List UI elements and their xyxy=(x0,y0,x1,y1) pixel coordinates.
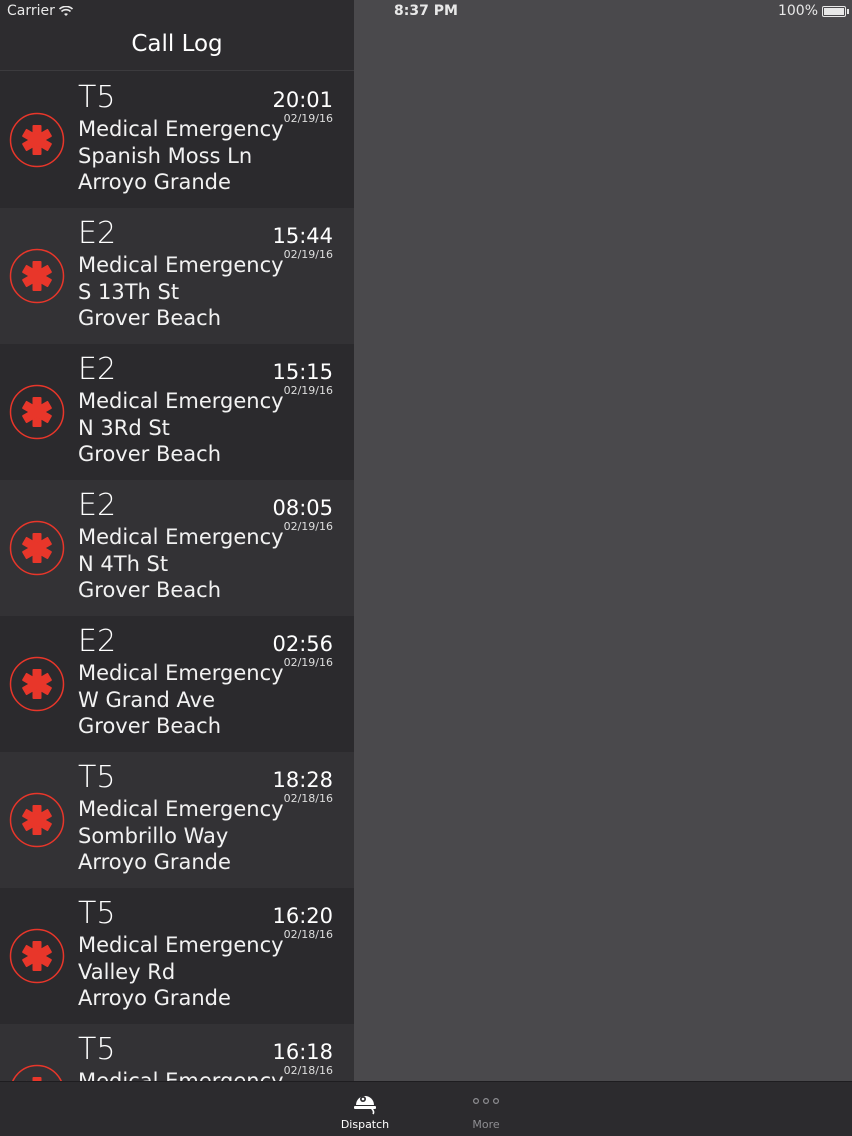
street-address: Valley Rd xyxy=(78,960,176,984)
call-date: 02/19/16 xyxy=(283,248,333,261)
tab-label: Dispatch xyxy=(340,1118,390,1131)
street-address: Sombrillo Way xyxy=(78,824,229,848)
city-name: Grover Beach xyxy=(78,578,222,602)
unit-label: E2 xyxy=(78,216,117,251)
city-name: Arroyo Grande xyxy=(78,986,231,1010)
call-list[interactable]: T5 Medical Emergency Spanish Moss Ln Arr… xyxy=(0,72,354,1081)
call-date: 02/19/16 xyxy=(283,520,333,533)
street-address: W Grand Ave xyxy=(78,688,216,712)
call-time: 16:20 xyxy=(272,904,333,928)
call-type: Medical Emergency xyxy=(78,933,284,957)
call-date: 02/19/16 xyxy=(283,656,333,669)
tab-dispatch[interactable]: Dispatch xyxy=(325,1086,405,1131)
city-name: Arroyo Grande xyxy=(78,170,231,194)
call-row[interactable]: E2 Medical Emergency N 4Th St Grover Bea… xyxy=(0,480,354,616)
call-row[interactable]: T5 Medical Emergency Sombrillo Way Arroy… xyxy=(0,752,354,888)
medical-star-icon xyxy=(9,520,65,576)
detail-pane xyxy=(354,0,852,1081)
alarm-bell-icon xyxy=(354,1096,376,1115)
call-time: 16:18 xyxy=(272,1040,333,1064)
call-date: 02/18/16 xyxy=(283,792,333,805)
call-log-sidebar: Call Log T5 Medical Emergency Spanish Mo… xyxy=(0,0,354,1081)
medical-star-icon xyxy=(9,792,65,848)
tab-bar: Dispatch More xyxy=(0,1081,852,1136)
medical-star-icon xyxy=(9,656,65,712)
city-name: Grover Beach xyxy=(78,306,222,330)
unit-label: T5 xyxy=(78,896,116,931)
battery-percent: 100% xyxy=(777,3,818,19)
more-dots-icon xyxy=(472,1097,500,1105)
medical-star-icon xyxy=(9,248,65,304)
call-row[interactable]: E2 Medical Emergency S 13Th St Grover Be… xyxy=(0,208,354,344)
call-time: 20:01 xyxy=(272,88,333,112)
city-name: Arroyo Grande xyxy=(78,850,231,874)
status-bar: Carrier 8:37 PM 100% xyxy=(0,0,852,24)
medical-star-icon xyxy=(9,928,65,984)
battery-icon xyxy=(822,5,849,17)
call-date: 02/19/16 xyxy=(283,384,333,397)
street-address: S 13Th St xyxy=(78,280,180,304)
call-type: Medical Emergency xyxy=(78,389,284,413)
medical-star-icon xyxy=(9,384,65,440)
medical-star-icon xyxy=(12,1064,62,1081)
unit-label: E2 xyxy=(78,624,117,659)
call-date: 02/19/16 xyxy=(283,112,333,125)
unit-label: T5 xyxy=(78,1032,116,1067)
call-date: 02/18/16 xyxy=(283,1064,333,1077)
call-type: Medical Emergency xyxy=(78,253,284,277)
unit-label: E2 xyxy=(78,352,117,387)
status-time: 8:37 PM xyxy=(394,3,458,19)
call-row[interactable]: T5 Medical Emergency Spanish Moss Ln Arr… xyxy=(0,72,354,208)
medical-star-icon xyxy=(9,112,65,168)
city-name: Grover Beach xyxy=(78,714,222,738)
call-time: 08:05 xyxy=(272,496,333,520)
street-address: N 4Th St xyxy=(78,552,169,576)
call-row[interactable]: T5 Medical Emergency Valley Rd Arroyo Gr… xyxy=(0,888,354,1024)
call-type: Medical Emergency xyxy=(78,525,284,549)
tab-label: More xyxy=(472,1118,500,1131)
call-type: Medical Emergency xyxy=(78,1069,284,1081)
status-right: 100% xyxy=(777,3,849,19)
call-time: 15:44 xyxy=(272,224,333,248)
call-type: Medical Emergency xyxy=(78,797,284,821)
call-row[interactable]: T5 Medical Emergency 16:18 02/18/16 xyxy=(0,1024,354,1081)
street-address: Spanish Moss Ln xyxy=(78,144,253,168)
unit-label: E2 xyxy=(78,488,117,523)
call-row[interactable]: E2 Medical Emergency W Grand Ave Grover … xyxy=(0,616,354,752)
tab-more[interactable]: More xyxy=(446,1086,526,1131)
unit-label: T5 xyxy=(78,80,116,115)
call-time: 15:15 xyxy=(272,360,333,384)
call-time: 02:56 xyxy=(272,632,333,656)
call-time: 18:28 xyxy=(272,768,333,792)
street-address: N 3Rd St xyxy=(78,416,170,440)
call-type: Medical Emergency xyxy=(78,117,284,141)
unit-label: T5 xyxy=(78,760,116,795)
page-title: Call Log xyxy=(131,31,223,57)
call-date: 02/18/16 xyxy=(283,928,333,941)
call-type: Medical Emergency xyxy=(78,661,284,685)
call-row[interactable]: E2 Medical Emergency N 3Rd St Grover Bea… xyxy=(0,344,354,480)
city-name: Grover Beach xyxy=(78,442,222,466)
